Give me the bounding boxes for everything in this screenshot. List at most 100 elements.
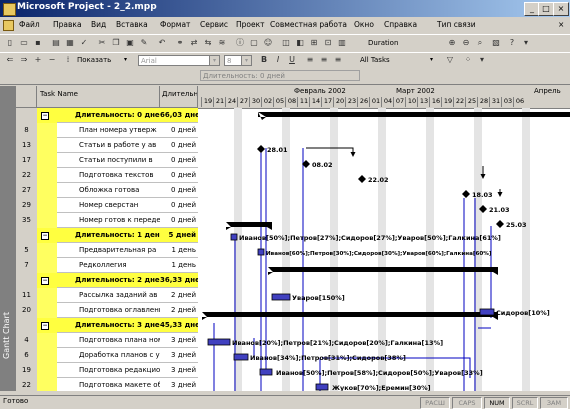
undo-icon[interactable]: ↶ xyxy=(156,37,168,49)
font-combo[interactable]: Arial ▾ xyxy=(138,55,220,66)
notes-icon[interactable]: ▢ xyxy=(248,37,260,49)
outdent-icon[interactable]: ⇐ xyxy=(4,54,16,66)
row-duration[interactable]: 0 дней xyxy=(160,153,198,168)
row-task-name[interactable]: Подготовка плана ном xyxy=(57,333,160,348)
size-combo[interactable]: 8 ▾ xyxy=(224,55,252,66)
align-left-icon[interactable]: ≡ xyxy=(304,54,316,66)
show-icon[interactable]: ⁞ xyxy=(62,54,74,66)
goto-task-icon[interactable]: ⌕ xyxy=(474,37,486,49)
copy-icon[interactable]: ❐ xyxy=(110,37,122,49)
table-row[interactable]: 8 План номера утверж 0 дней xyxy=(16,123,198,138)
row-duration[interactable]: 0 дней xyxy=(160,198,198,213)
filter-dropdown-icon[interactable]: ▾ xyxy=(430,56,433,63)
hyperlink-icon[interactable]: ⚭ xyxy=(174,37,186,49)
hide-subtasks-icon[interactable]: − xyxy=(46,54,58,66)
collapse-icon[interactable]: − xyxy=(41,322,49,330)
split-task-icon[interactable]: ≋ xyxy=(216,37,228,49)
table-row[interactable]: 27 Обложка готова 0 дней xyxy=(16,183,198,198)
task-info-icon[interactable]: ⓘ xyxy=(234,37,246,49)
new-icon[interactable]: ▯ xyxy=(4,37,16,49)
group-icon[interactable]: ◧ xyxy=(294,37,306,49)
row-id[interactable]: 5 xyxy=(16,243,38,258)
table-row[interactable]: 22 Подготовка текстов 0 дней xyxy=(16,168,198,183)
row-duration[interactable]: 3 дней xyxy=(160,378,198,391)
table-row[interactable]: 11 Рассылка заданий ав 2 дней xyxy=(16,288,198,303)
toolbar-options-icon[interactable]: ▾ xyxy=(520,37,532,49)
toolbar2-options-icon[interactable]: ▾ xyxy=(476,54,488,66)
row-task-name[interactable]: Статьи поступили в xyxy=(57,153,160,168)
row-id[interactable] xyxy=(16,273,38,288)
table-row[interactable]: 29 Номер сверстан 0 дней xyxy=(16,198,198,213)
table-row[interactable]: 20 Подготовка оглавлени 2 дней xyxy=(16,303,198,318)
row-duration[interactable]: 2 дней xyxy=(160,288,198,303)
autofilter-icon[interactable]: ▽ xyxy=(444,54,456,66)
menu-format[interactable]: Формат xyxy=(160,20,190,29)
summary-row[interactable]: −Длительность: 3 дней45,33 дней xyxy=(16,318,198,333)
collapse-icon[interactable]: − xyxy=(41,232,49,240)
row-task-name[interactable]: Статьи в работе у ав xyxy=(57,138,160,153)
menu-help[interactable]: Справка xyxy=(384,20,417,29)
row-id[interactable]: 8 xyxy=(16,123,38,138)
table-row[interactable]: 19 Подготовка редакцио 3 дней xyxy=(16,363,198,378)
row-duration[interactable]: 45,33 дней xyxy=(160,318,198,333)
paste-icon[interactable]: ▣ xyxy=(124,37,136,49)
row-task-name[interactable]: Подготовка макете об xyxy=(57,378,160,391)
size-dropdown-icon[interactable]: ▾ xyxy=(241,56,251,65)
collapse-icon[interactable]: − xyxy=(41,277,49,285)
row-task-name[interactable]: План номера утверж xyxy=(57,123,160,138)
close-document-icon[interactable]: × xyxy=(558,20,564,29)
italic-icon[interactable]: I xyxy=(272,54,284,66)
row-task-name[interactable]: Длительность: 3 дней xyxy=(57,318,160,333)
row-id[interactable]: 20 xyxy=(16,303,38,318)
gantt-wizard-icon[interactable]: ⁘ xyxy=(462,54,474,66)
menu-file[interactable]: Файл xyxy=(19,20,40,29)
row-id[interactable]: 35 xyxy=(16,213,38,228)
row-id[interactable]: 22 xyxy=(16,168,38,183)
menu-project[interactable]: Проект xyxy=(236,20,265,29)
row-id[interactable]: 19 xyxy=(16,363,38,378)
row-task-name[interactable]: Подготовка оглавлени xyxy=(57,303,160,318)
table-row[interactable]: 7 Редколлегия 1 день xyxy=(16,258,198,273)
column-header-task-name[interactable]: Task Name xyxy=(37,86,160,108)
row-duration[interactable]: 0 дней xyxy=(160,183,198,198)
assign-resources-icon[interactable]: ☺ xyxy=(262,37,274,49)
table-row[interactable]: 13 Статьи в работе у ав 0 дней xyxy=(16,138,198,153)
row-duration[interactable]: 0 дней xyxy=(160,123,198,138)
row-task-name[interactable]: Предварительная ра xyxy=(57,243,160,258)
link-tasks-icon[interactable]: ⇄ xyxy=(188,37,200,49)
zoom-out-icon[interactable]: ⊖ xyxy=(460,37,472,49)
show-subtasks-icon[interactable]: + xyxy=(32,54,44,66)
filter-combo[interactable]: All Tasks xyxy=(360,56,390,64)
row-task-name[interactable]: Длительность: 0 дней xyxy=(57,108,160,123)
format-painter-icon[interactable]: ✎ xyxy=(138,37,150,49)
row-id[interactable]: 13 xyxy=(16,138,38,153)
help-icon[interactable]: ? xyxy=(506,37,518,49)
menu-tools[interactable]: Сервис xyxy=(200,20,228,29)
row-task-name[interactable]: Редколлегия xyxy=(57,258,160,273)
table-row[interactable]: 6 Доработка планов с у3 дней xyxy=(16,348,198,363)
select-all-cell[interactable] xyxy=(16,86,37,108)
open-icon[interactable]: ▭ xyxy=(18,37,30,49)
row-duration[interactable]: 1 день xyxy=(160,243,198,258)
row-duration[interactable]: 36,33 дней xyxy=(160,273,198,288)
view-bar[interactable]: Gantt Chart xyxy=(0,86,16,391)
collapse-icon[interactable]: − xyxy=(41,112,49,120)
save-icon[interactable]: ▪ xyxy=(32,37,44,49)
row-duration[interactable]: 0 дней xyxy=(160,168,198,183)
show-dropdown-icon[interactable]: ▾ xyxy=(124,56,127,63)
row-id[interactable]: 7 xyxy=(16,258,38,273)
row-duration[interactable]: 5 дней xyxy=(160,228,198,243)
row-id[interactable]: 17 xyxy=(16,153,38,168)
unlink-tasks-icon[interactable]: ⇆ xyxy=(202,37,214,49)
row-task-name[interactable]: Номер сверстан xyxy=(57,198,160,213)
row-id[interactable]: 6 xyxy=(16,348,38,363)
align-center-icon[interactable]: ≡ xyxy=(318,54,330,66)
row-duration[interactable]: 66,03 дней xyxy=(160,108,198,123)
zoom-in-icon[interactable]: ⊕ xyxy=(446,37,458,49)
publish-icon[interactable]: ◫ xyxy=(280,37,292,49)
summary-row[interactable]: − Длительность: 1 день 5 дней xyxy=(16,228,198,243)
menu-view[interactable]: Вид xyxy=(91,20,106,29)
table-row[interactable]: 35 Номер готов к переде 0 дней xyxy=(16,213,198,228)
row-id[interactable]: 22 xyxy=(16,378,38,391)
row-task-name[interactable]: Длительность: 2 дней xyxy=(57,273,160,288)
